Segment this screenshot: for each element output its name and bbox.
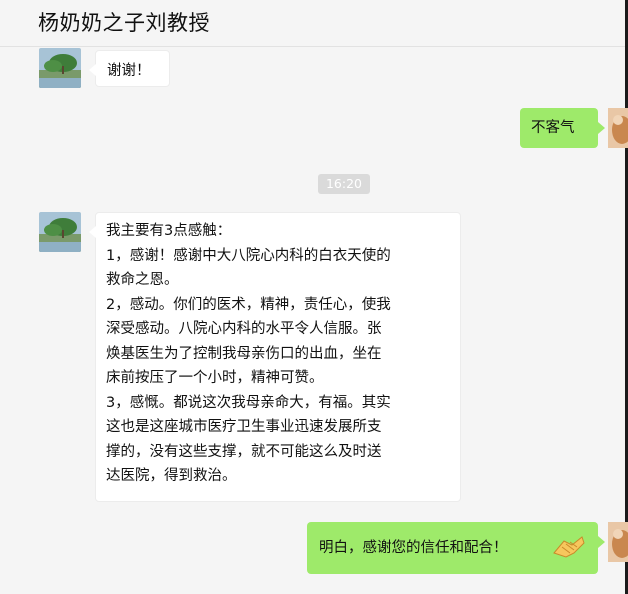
chat-title: 杨奶奶之子刘教授 xyxy=(38,11,210,35)
message-text: 焕基医生为了控制我母亲伤口的出血，坐在 xyxy=(106,345,382,362)
message-bubble-incoming[interactable]: 谢谢！ xyxy=(89,50,170,87)
cat-avatar-icon xyxy=(608,108,628,148)
message-text: 床前按压了一个小时，精神可赞。 xyxy=(106,370,324,386)
message-text: 明白，感谢您的信任和配合！ xyxy=(319,540,508,556)
contact-avatar[interactable] xyxy=(39,212,81,252)
message-bubble-outgoing[interactable]: 明白，感谢您的信任和配合！ xyxy=(307,522,605,574)
self-avatar[interactable] xyxy=(608,108,628,148)
cat-avatar-icon xyxy=(608,522,628,562)
message-bubble-incoming[interactable]: 我主要有3点感触： 1，感谢！感谢中大八院心内科的白衣天使的 救命之恩。 2，感… xyxy=(89,212,461,502)
landscape-avatar-icon xyxy=(39,48,81,88)
message-text: 谢谢！ xyxy=(107,63,151,79)
landscape-avatar-icon xyxy=(39,212,81,252)
chat-header: 杨奶奶之子刘教授 xyxy=(0,0,628,47)
message-bubble-outgoing[interactable]: 不客气 xyxy=(520,108,605,148)
message-timestamp: 16:20 xyxy=(318,174,370,194)
message-text: 救命之恩。 xyxy=(106,272,179,288)
message-text: 我主要有3点感触： xyxy=(106,223,232,239)
self-avatar[interactable] xyxy=(608,522,628,562)
message-text: 3，感慨。都说这次我母亲命大，有福。其实 xyxy=(106,394,391,411)
message-text: 1，感谢！感谢中大八院心内科的白衣天使的 xyxy=(106,247,391,264)
message-text: 达医院，得到救治。 xyxy=(106,468,237,484)
message-text: 这也是这座城市医疗卫生事业迅速发展所支 xyxy=(106,419,382,435)
message-text: 2，感动。你们的医术，精神，责任心，使我 xyxy=(106,296,391,313)
handshake-emoji-icon xyxy=(552,531,586,570)
contact-avatar[interactable] xyxy=(39,48,81,88)
message-text: 深受感动。八院心内科的水平令人信服。张 xyxy=(106,321,382,337)
message-text: 不客气 xyxy=(531,120,575,136)
message-text: 撑的，没有这些支撑，就不可能这么及时送 xyxy=(106,443,382,460)
